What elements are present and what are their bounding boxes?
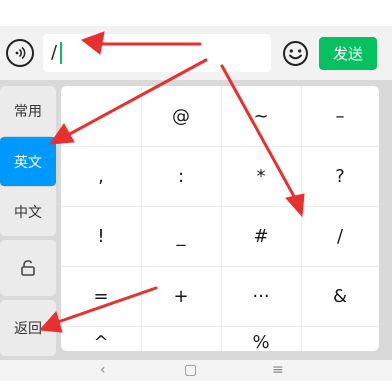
- emoji-icon[interactable]: [282, 40, 309, 67]
- message-input[interactable]: /: [43, 34, 271, 72]
- symbol-keyboard: 常用 英文 中文 返回 @ ~ – , : * ? ! _ # / = + ··…: [0, 80, 392, 381]
- voice-icon: [15, 46, 26, 60]
- symbol-key[interactable]: &: [301, 266, 379, 326]
- symbol-key[interactable]: :: [141, 146, 221, 206]
- symbol-key[interactable]: ~: [221, 86, 301, 146]
- top-strip: [0, 0, 392, 26]
- symbol-key[interactable]: =: [61, 266, 141, 326]
- symbol-key[interactable]: ,: [61, 146, 141, 206]
- message-input-value: /: [51, 42, 58, 63]
- text-caret: [60, 42, 62, 64]
- symbol-key[interactable]: ?: [301, 146, 379, 206]
- symbol-key[interactable]: @: [141, 86, 221, 146]
- input-bar: / 发送: [0, 26, 392, 80]
- back-button[interactable]: 返回: [0, 300, 56, 356]
- symbol-key[interactable]: [61, 86, 141, 146]
- lock-button[interactable]: [0, 240, 56, 296]
- symbol-key[interactable]: !: [61, 206, 141, 266]
- symbol-key[interactable]: [301, 326, 379, 351]
- nav-menu-icon[interactable]: ≡: [272, 362, 284, 378]
- symbol-key[interactable]: +: [141, 266, 221, 326]
- symbol-key[interactable]: –: [301, 86, 379, 146]
- symbol-key[interactable]: *: [221, 146, 301, 206]
- symbol-key[interactable]: ^: [61, 326, 141, 351]
- voice-button[interactable]: [6, 39, 34, 67]
- category-chinese[interactable]: 中文: [0, 187, 56, 236]
- category-common[interactable]: 常用: [0, 86, 56, 136]
- nav-home-icon[interactable]: ▢: [184, 362, 197, 378]
- category-english[interactable]: 英文: [0, 137, 56, 186]
- nav-back-icon[interactable]: ‹: [100, 362, 106, 378]
- lock-icon: [21, 260, 35, 276]
- symbol-key[interactable]: _: [141, 206, 221, 266]
- symbol-key[interactable]: /: [301, 206, 379, 266]
- system-nav-bar: ‹ ▢ ≡: [0, 360, 392, 381]
- category-group: 常用 英文 中文: [0, 86, 56, 236]
- send-button[interactable]: 发送: [319, 37, 377, 70]
- symbol-key[interactable]: %: [221, 326, 301, 351]
- symbol-key[interactable]: [141, 326, 221, 351]
- symbol-key-grid: @ ~ – , : * ? ! _ # / = + ··· & ^ %: [61, 86, 379, 351]
- symbol-key[interactable]: ···: [221, 266, 301, 326]
- symbol-key[interactable]: #: [221, 206, 301, 266]
